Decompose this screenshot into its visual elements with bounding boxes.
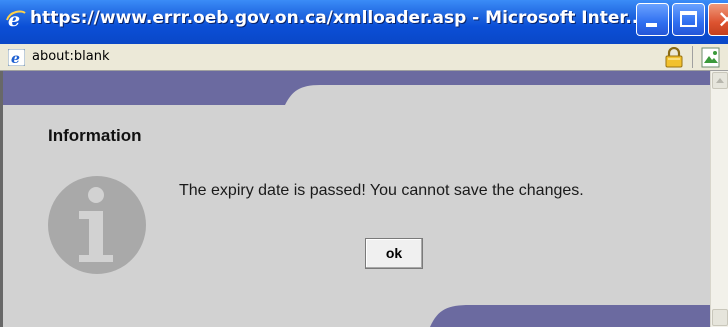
- scroll-down-button[interactable]: [712, 309, 728, 326]
- window-title: https://www.errr.oeb.gov.on.ca/xmlloader…: [30, 8, 645, 28]
- svg-text:e: e: [11, 51, 20, 66]
- info-icon: [48, 176, 146, 274]
- minimize-icon: [646, 23, 657, 27]
- bottom-decorative-band: [430, 305, 710, 327]
- browser-popup-window: e https://www.errr.oeb.gov.on.ca/xmlload…: [0, 0, 728, 327]
- dialog-message: The expiry date is passed! You cannot sa…: [179, 182, 584, 199]
- ok-button[interactable]: ok: [365, 238, 423, 269]
- dialog-heading: Information: [48, 126, 142, 145]
- ie-page-icon: e: [8, 49, 25, 66]
- maximize-icon: [680, 11, 697, 27]
- maximize-button[interactable]: [672, 3, 705, 36]
- lock-icon[interactable]: [664, 47, 684, 68]
- close-button[interactable]: ✕: [708, 3, 728, 36]
- close-icon: ✕: [717, 6, 728, 34]
- vertical-scrollbar[interactable]: [710, 71, 728, 327]
- address-divider: [692, 46, 693, 68]
- title-bar[interactable]: e https://www.errr.oeb.gov.on.ca/xmlload…: [0, 0, 728, 44]
- scroll-up-arrow-icon: [716, 78, 724, 83]
- scroll-up-button[interactable]: [712, 72, 728, 89]
- window-left-border: [0, 71, 3, 327]
- image-icon[interactable]: [700, 47, 722, 68]
- minimize-button[interactable]: [636, 3, 669, 36]
- top-decorative-band: [0, 71, 710, 105]
- address-bar[interactable]: e about:blank: [0, 44, 728, 71]
- internet-explorer-icon: e: [6, 9, 26, 29]
- address-url[interactable]: about:blank: [32, 49, 110, 64]
- dialog-content: Information The expiry date is passed! Y…: [0, 71, 710, 327]
